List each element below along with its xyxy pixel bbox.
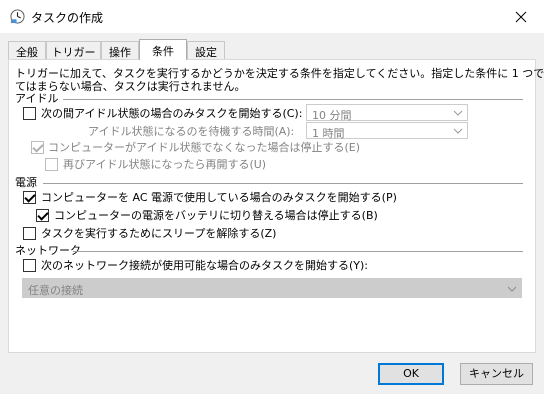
power-divider <box>43 183 523 184</box>
stop-on-battery-checkbox[interactable] <box>36 209 49 222</box>
chevron-down-icon <box>453 110 463 116</box>
power-heading: 電源 <box>15 176 37 189</box>
network-divider <box>73 251 523 252</box>
network-only-checkbox[interactable] <box>23 259 36 272</box>
chevron-down-icon <box>507 286 517 292</box>
tab-actions[interactable]: 操作 <box>101 41 139 59</box>
start-only-if-idle-checkbox[interactable] <box>23 107 36 120</box>
stop-if-not-idle-checkbox[interactable] <box>31 141 44 154</box>
wait-duration-select[interactable]: 1 時間 <box>306 122 468 140</box>
idle-duration-select[interactable]: 10 分間 <box>306 104 468 122</box>
tab-conditions[interactable]: 条件 <box>139 39 187 60</box>
title-bar: タスクの作成 <box>0 0 544 33</box>
close-button[interactable] <box>498 0 544 33</box>
wait-idle-label: アイドル状態になるのを待機する時間(A): <box>88 125 295 138</box>
close-icon <box>515 11 527 22</box>
start-only-if-idle-label: 次の間アイドル状態の場合のみタスクを開始する(C): <box>41 107 303 120</box>
restart-if-idle-checkbox[interactable] <box>45 158 58 171</box>
chevron-down-icon <box>453 128 463 134</box>
ok-button[interactable]: OK <box>378 363 444 385</box>
ac-power-only-checkbox[interactable] <box>23 191 36 204</box>
tab-settings[interactable]: 設定 <box>187 41 225 59</box>
network-heading: ネットワーク <box>15 244 81 257</box>
wake-to-run-label: タスクを実行するためにスリープを解除する(Z) <box>41 227 277 240</box>
cancel-button[interactable]: キャンセル <box>460 363 533 385</box>
network-connection-select[interactable]: 任意の接続 <box>22 278 522 298</box>
idle-divider <box>63 99 523 100</box>
idle-heading: アイドル <box>15 92 59 105</box>
description-line-1: トリガーに加えて、タスクを実行するかどうかを決定する条件を指定してください。指定… <box>15 67 544 80</box>
stop-on-battery-label: コンピューターの電源をバッテリに切り替える場合は停止する(B) <box>54 209 378 222</box>
conditions-panel: トリガーに加えて、タスクを実行するかどうかを決定する条件を指定してください。指定… <box>8 59 544 353</box>
clock-icon <box>10 9 25 24</box>
create-task-dialog: タスクの作成 全般 トリガー 操作 条件 設定 トリガーに加えて、タスクを実行す… <box>0 0 544 394</box>
tab-general[interactable]: 全般 <box>8 41 46 59</box>
restart-if-idle-label: 再びアイドル状態になったら再開する(U) <box>63 158 267 171</box>
stop-if-not-idle-label: コンピューターがアイドル状態でなくなった場合は停止する(E) <box>48 141 360 154</box>
idle-duration-value: 10 分間 <box>312 109 352 122</box>
wait-duration-value: 1 時間 <box>312 127 345 140</box>
window-title: タスクの作成 <box>31 11 104 25</box>
network-only-label: 次のネットワーク接続が使用可能な場合のみタスクを開始する(Y): <box>41 259 369 272</box>
network-connection-value: 任意の接続 <box>28 284 83 297</box>
ac-power-only-label: コンピューターを AC 電源で使用している場合のみタスクを開始する(P) <box>41 191 397 204</box>
tab-triggers[interactable]: トリガー <box>46 41 101 59</box>
wake-to-run-checkbox[interactable] <box>23 227 36 240</box>
